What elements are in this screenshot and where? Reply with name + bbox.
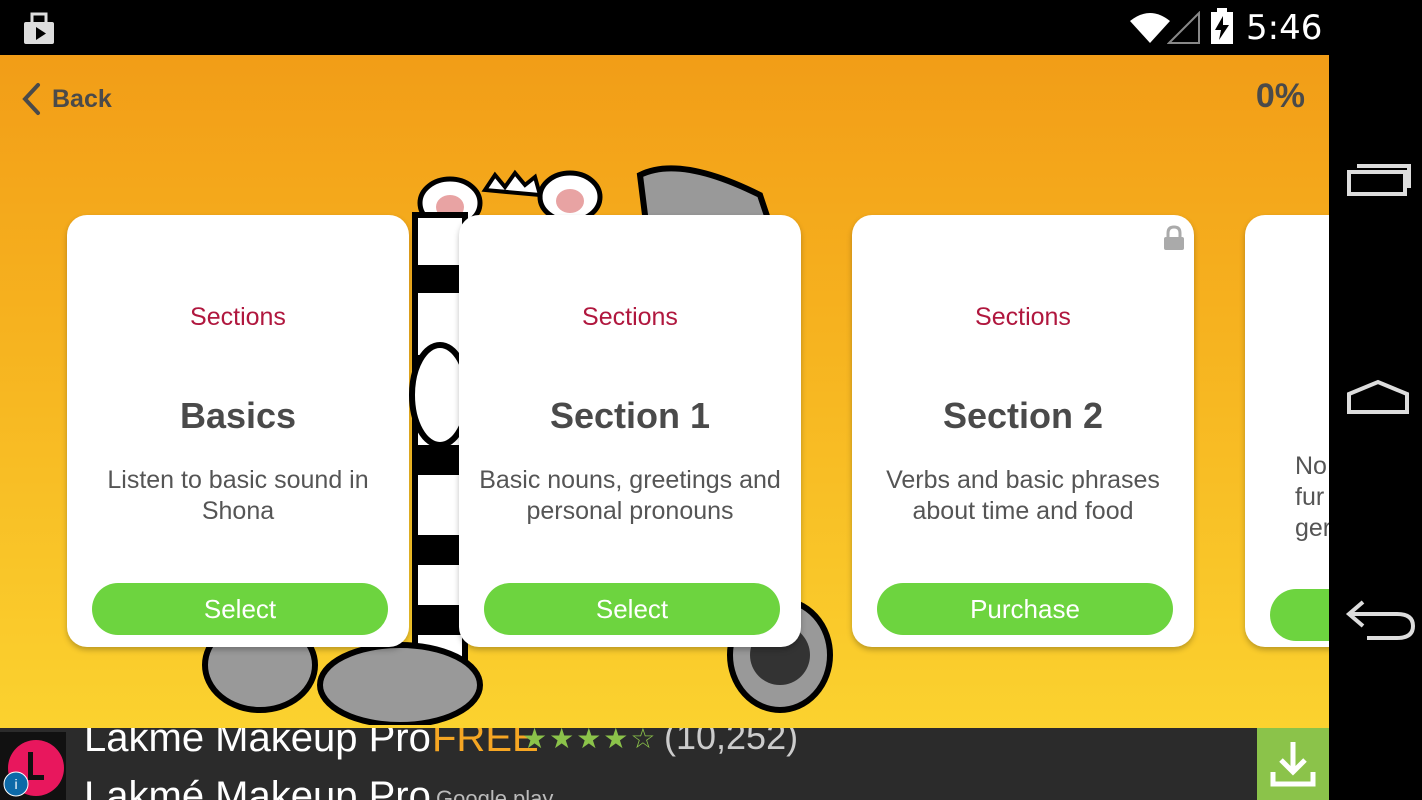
purchase-button[interactable]: Purchase xyxy=(877,583,1173,635)
clock: 5:46 xyxy=(1246,8,1323,48)
wifi-icon xyxy=(1130,13,1170,43)
card-button-partial[interactable] xyxy=(1270,589,1329,641)
lock-icon xyxy=(1164,225,1184,250)
back-button[interactable]: Back xyxy=(20,79,112,119)
back-label: Back xyxy=(52,84,112,113)
progress-percentage: 0% xyxy=(1255,77,1305,115)
notification-icon xyxy=(24,12,54,44)
home-icon[interactable] xyxy=(1345,378,1411,416)
card-kicker: Sections xyxy=(190,303,286,331)
svg-text:i: i xyxy=(14,776,17,792)
battery-charging-icon xyxy=(1211,8,1233,44)
select-button[interactable]: Select xyxy=(484,583,780,635)
download-button[interactable] xyxy=(1257,728,1329,800)
section-card-partial: No fur ger xyxy=(1245,215,1329,647)
status-bar: 5:46 xyxy=(0,0,1329,55)
chevron-left-icon xyxy=(22,83,40,115)
section-card-section-1: Sections Section 1 Basic nouns, greeting… xyxy=(459,215,801,647)
signal-icon xyxy=(1167,11,1200,44)
ad-rating-stars: ★★★★☆ xyxy=(522,728,658,754)
card-description: Listen to basic sound in Shona xyxy=(107,466,369,525)
select-button[interactable]: Select xyxy=(92,583,388,635)
app-logo: i xyxy=(0,732,66,800)
card-title: Section 2 xyxy=(942,395,1104,436)
back-icon[interactable] xyxy=(1345,596,1417,642)
google-play-badge: Google play xyxy=(436,786,554,800)
card-kicker: Sections xyxy=(582,303,678,331)
card-description: Basic nouns, greetings and personal pron… xyxy=(479,466,781,525)
ad-rating-count: (10,252) xyxy=(664,728,799,757)
card-kicker: Sections xyxy=(975,303,1071,331)
card-description: Verbs and basic phrases about time and f… xyxy=(886,466,1160,525)
section-card-section-2: Sections Section 2 Verbs and basic phras… xyxy=(852,215,1194,647)
ad-title: Lakme Makeup Pro xyxy=(84,728,431,760)
navigation-bar xyxy=(1329,0,1422,800)
card-title: Basics xyxy=(179,395,297,436)
card-title: Section 1 xyxy=(549,395,711,436)
download-icon xyxy=(1270,742,1316,787)
app-content: Back 0% Sections Basics Listen to basic … xyxy=(0,55,1329,728)
card-description: No fur ger xyxy=(1295,452,1329,542)
recents-icon[interactable] xyxy=(1345,160,1411,198)
ad-subtitle: Lakmé Makeup Pro xyxy=(84,774,431,800)
ad-banner[interactable]: i Lakme Makeup Pro FREE ★★★★☆ (10,252) L… xyxy=(0,728,1329,800)
section-card-basics: Sections Basics Listen to basic sound in… xyxy=(67,215,409,647)
